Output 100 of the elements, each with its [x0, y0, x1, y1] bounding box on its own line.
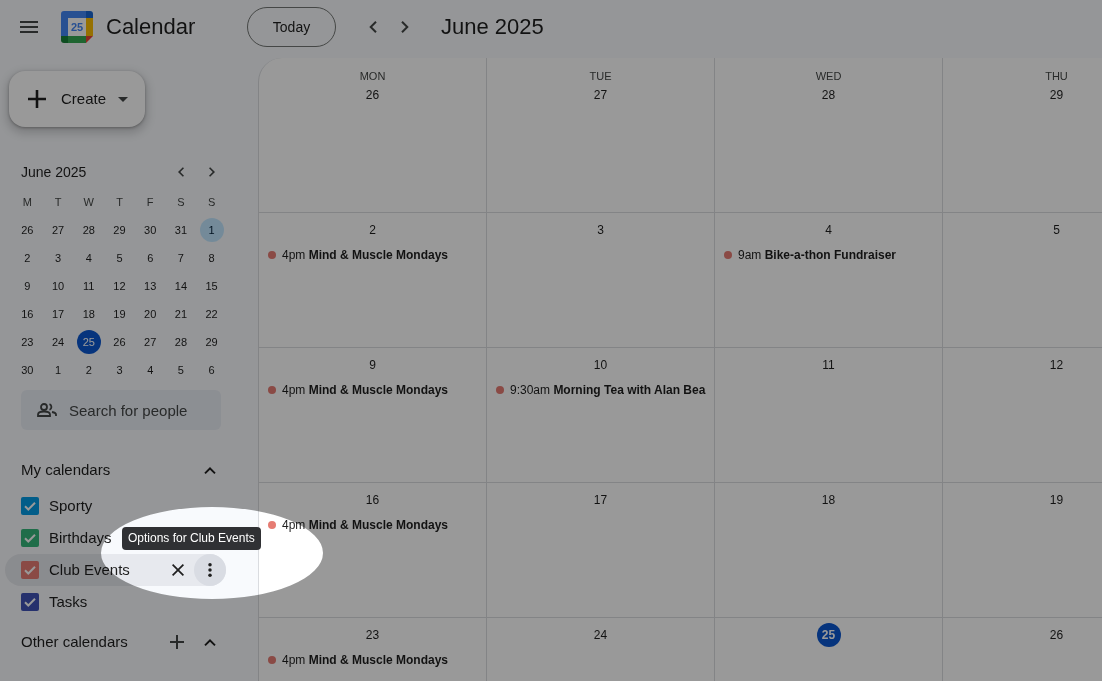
- day-button[interactable]: 11: [76, 274, 101, 298]
- day-button[interactable]: 30: [15, 358, 40, 382]
- weekday-header: TUE: [589, 69, 612, 83]
- day-button[interactable]: 7: [168, 246, 193, 270]
- checkbox[interactable]: [21, 593, 39, 611]
- day-button[interactable]: 16: [15, 302, 40, 326]
- day-button[interactable]: 3: [46, 246, 71, 270]
- date-button[interactable]: 29: [1044, 83, 1069, 107]
- day-button[interactable]: 19: [107, 302, 132, 326]
- day-button[interactable]: 26: [107, 330, 132, 354]
- day-button[interactable]: 3: [107, 358, 132, 382]
- chevron-left-icon[interactable]: [369, 21, 377, 33]
- day-button[interactable]: 27: [46, 218, 71, 242]
- day-button[interactable]: 2: [76, 358, 101, 382]
- weekday-label: M: [22, 194, 32, 210]
- day-button[interactable]: 6: [199, 358, 224, 382]
- close-icon[interactable]: [172, 564, 184, 576]
- people-search-field[interactable]: Search for people: [21, 390, 221, 430]
- weekday-header: MON: [359, 69, 386, 83]
- date-button[interactable]: 24: [588, 623, 613, 647]
- day-button[interactable]: 5: [168, 358, 193, 382]
- day-button[interactable]: 6: [138, 246, 163, 270]
- day-button[interactable]: 18: [76, 302, 101, 326]
- day-button[interactable]: 26: [15, 218, 40, 242]
- month-title: June 2025: [441, 13, 544, 41]
- day-button[interactable]: 1: [199, 218, 224, 242]
- plus-icon: [28, 90, 46, 108]
- day-button[interactable]: 21: [168, 302, 193, 326]
- chevron-left-icon[interactable]: [177, 167, 184, 177]
- day-button[interactable]: 23: [15, 330, 40, 354]
- date-button[interactable]: 25: [816, 623, 841, 647]
- date-button[interactable]: 5: [1044, 218, 1069, 242]
- weekday-label: F: [146, 194, 154, 210]
- weekday-label: S: [177, 194, 185, 210]
- chevron-up-icon[interactable]: [204, 638, 216, 646]
- day-button[interactable]: 28: [168, 330, 193, 354]
- day-button[interactable]: 25: [76, 330, 101, 354]
- date-button[interactable]: 11: [816, 353, 841, 377]
- menu-icon[interactable]: [20, 21, 38, 33]
- tooltip: Options for Club Events: [122, 527, 261, 550]
- event-item[interactable]: 9am Bike-a-thon Fundraiser: [715, 246, 901, 264]
- date-button[interactable]: 4: [816, 218, 841, 242]
- day-button[interactable]: 13: [138, 274, 163, 298]
- calendar-name[interactable]: Sporty: [49, 494, 93, 518]
- date-button[interactable]: 27: [588, 83, 613, 107]
- checkbox[interactable]: [21, 561, 39, 579]
- day-button[interactable]: 12: [107, 274, 132, 298]
- weekday-label: S: [207, 194, 216, 210]
- more-vertical-icon: [208, 563, 212, 577]
- day-button[interactable]: 4: [138, 358, 163, 382]
- plus-icon[interactable]: [170, 635, 184, 649]
- event-item[interactable]: 4pm Mind & Muscle Mondays: [259, 651, 453, 669]
- day-button[interactable]: 2: [15, 246, 40, 270]
- day-button[interactable]: 29: [107, 218, 132, 242]
- date-button[interactable]: 10: [588, 353, 613, 377]
- create-button[interactable]: Create: [9, 71, 145, 127]
- day-button[interactable]: 15: [199, 274, 224, 298]
- people-icon: [37, 403, 57, 417]
- date-button[interactable]: 3: [588, 218, 613, 242]
- checkbox[interactable]: [21, 529, 39, 547]
- event-item[interactable]: 4pm Mind & Muscle Mondays: [259, 516, 453, 534]
- event-item[interactable]: 9:30am Morning Tea with Alan Bea: [487, 381, 710, 399]
- day-button[interactable]: 20: [138, 302, 163, 326]
- day-button[interactable]: 31: [168, 218, 193, 242]
- date-button[interactable]: 23: [360, 623, 385, 647]
- day-button[interactable]: 17: [46, 302, 71, 326]
- day-button[interactable]: 28: [76, 218, 101, 242]
- chevron-right-icon[interactable]: [401, 21, 409, 33]
- day-button[interactable]: 14: [168, 274, 193, 298]
- date-button[interactable]: 17: [588, 488, 613, 512]
- event-item[interactable]: 4pm Mind & Muscle Mondays: [259, 381, 453, 399]
- calendar-name[interactable]: Birthdays: [49, 526, 112, 550]
- day-button[interactable]: 4: [76, 246, 101, 270]
- day-button[interactable]: 5: [107, 246, 132, 270]
- options-button[interactable]: [194, 554, 226, 586]
- day-button[interactable]: 1: [46, 358, 71, 382]
- chevron-up-icon[interactable]: [204, 466, 216, 474]
- day-button[interactable]: 30: [138, 218, 163, 242]
- day-button[interactable]: 24: [46, 330, 71, 354]
- weekday-header: WED: [815, 69, 842, 83]
- date-button[interactable]: 26: [360, 83, 385, 107]
- date-button[interactable]: 16: [360, 488, 385, 512]
- day-button[interactable]: 9: [15, 274, 40, 298]
- calendar-name[interactable]: Tasks: [49, 590, 88, 614]
- day-button[interactable]: 29: [199, 330, 224, 354]
- date-button[interactable]: 19: [1044, 488, 1069, 512]
- day-button[interactable]: 22: [199, 302, 224, 326]
- chevron-right-icon[interactable]: [208, 167, 215, 177]
- mini-calendar-title: June 2025: [20, 163, 88, 182]
- day-button[interactable]: 27: [138, 330, 163, 354]
- date-button[interactable]: 26: [1044, 623, 1069, 647]
- date-button[interactable]: 18: [816, 488, 841, 512]
- date-button[interactable]: 28: [816, 83, 841, 107]
- checkbox[interactable]: [21, 497, 39, 515]
- date-button[interactable]: 9: [360, 353, 385, 377]
- event-item[interactable]: 4pm Mind & Muscle Mondays: [259, 246, 453, 264]
- date-button[interactable]: 2: [360, 218, 385, 242]
- day-button[interactable]: 10: [46, 274, 71, 298]
- date-button[interactable]: 12: [1044, 353, 1069, 377]
- day-button[interactable]: 8: [199, 246, 224, 270]
